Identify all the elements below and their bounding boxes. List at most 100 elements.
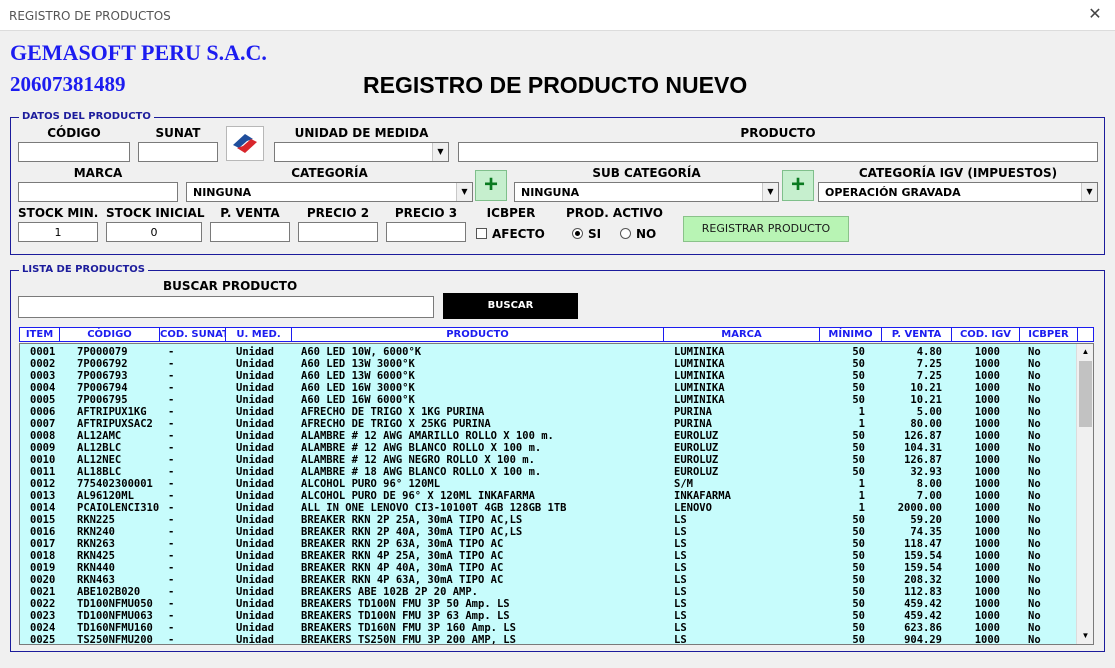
table-row[interactable]: 0002 7P006792 - Unidad A60 LED 13W 3000°K LUM… [20, 358, 1078, 370]
sunat-search-icon[interactable] [226, 126, 264, 161]
cell-u-med: Unidad [236, 490, 274, 502]
cell-minimo: 50 [852, 394, 865, 406]
chevron-down-icon[interactable]: ▼ [432, 143, 448, 161]
activo-si-radio[interactable] [572, 228, 583, 239]
cell-codigo: 7P006793 [77, 370, 128, 382]
cell-icbper: No [1028, 610, 1041, 622]
table-row[interactable]: 0014 PCAIOLENCI310- Unidad ALL IN ONE LENOV… [20, 502, 1078, 514]
cell-codigo: RKN225 [77, 514, 115, 526]
codigo-input[interactable] [18, 142, 130, 162]
register-product-button[interactable]: REGISTRAR PRODUCTO [683, 216, 849, 242]
afecto-label: AFECTO [492, 227, 545, 241]
cell-icbper: No [1028, 562, 1041, 574]
table-row[interactable]: 0022 TD100NFMU050 - Unidad BREAKERS TD100N F… [20, 598, 1078, 610]
table-row[interactable]: 0006 AFTRIPUX1KG - Unidad AFRECHO DE TRIGO X… [20, 406, 1078, 418]
table-row[interactable]: 0012 775402300001 - Unidad ALCOHOL PURO 96° … [20, 478, 1078, 490]
table-row[interactable]: 0015 RKN225 - Unidad BREAKER RKN 2P 25A, 30m… [20, 514, 1078, 526]
window-title: REGISTRO DE PRODUCTOS [9, 9, 171, 23]
cell-cod-sunat: - [168, 598, 175, 610]
cell-item: 0009 [30, 442, 56, 454]
cell-u-med: Unidad [236, 382, 274, 394]
cell-u-med: Unidad [236, 622, 274, 634]
cell-p-venta: 7.25 [916, 358, 942, 370]
subcategoria-label: SUB CATEGORÍA [592, 166, 701, 180]
cell-cod-igv: 1000 [974, 442, 1000, 454]
search-input[interactable] [18, 296, 434, 318]
cell-marca: LS [674, 526, 687, 538]
table-row[interactable]: 0001 7P000079 - Unidad A60 LED 10W, 6000°K LU… [20, 346, 1078, 358]
cell-p-venta: 10.21 [910, 382, 942, 394]
cell-minimo: 50 [852, 358, 865, 370]
table-row[interactable]: 0019 RKN440 - Unidad BREAKER RKN 4P 40A, 30m… [20, 562, 1078, 574]
cell-u-med: Unidad [236, 634, 274, 645]
product-listbox[interactable]: 0025 TS250NFMU200 - Unidad BREAKERS TS250N F… [19, 343, 1094, 645]
cell-cod-sunat: - [168, 502, 175, 514]
unidad-select[interactable]: ▼ [274, 142, 449, 162]
table-row[interactable]: 0011 AL18BLC - Unidad ALAMBRE # 18 AWG BLANC… [20, 466, 1078, 478]
chevron-down-icon[interactable]: ▼ [762, 183, 778, 201]
precio3-input[interactable] [386, 222, 466, 242]
cell-u-med: Unidad [236, 538, 274, 550]
cell-item: 0010 [30, 454, 56, 466]
stock-inicial-input[interactable] [106, 222, 202, 242]
add-subcategoria-button[interactable]: + [782, 170, 814, 201]
activo-no-radio[interactable] [620, 228, 631, 239]
cell-codigo: RKN263 [77, 538, 115, 550]
cell-p-venta: 5.00 [916, 406, 942, 418]
table-row[interactable]: 0017 RKN263 - Unidad BREAKER RKN 2P 63A, 30m… [20, 538, 1078, 550]
list-scrollbar[interactable]: ▲ ▼ [1076, 344, 1093, 644]
table-row[interactable]: 0024 TD160NFMU160 - Unidad BREAKERS TD160N F… [20, 622, 1078, 634]
cell-minimo: 50 [852, 586, 865, 598]
cell-producto: BREAKERS TD100N FMU 3P 63 Amp. LS [301, 610, 510, 622]
table-row[interactable]: 0003 7P006793 - Unidad A60 LED 13W 6000°K LUM… [20, 370, 1078, 382]
table-row[interactable]: 0018 RKN425 - Unidad BREAKER RKN 4P 25A, 30m… [20, 550, 1078, 562]
table-row[interactable]: 0013 AL96120ML - Unidad ALCOHOL PURO DE 96° … [20, 490, 1078, 502]
table-row[interactable]: 0023 TD100NFMU063 - Unidad BREAKERS TD100N F… [20, 610, 1078, 622]
scroll-thumb[interactable] [1079, 361, 1092, 427]
scroll-up-icon[interactable]: ▲ [1077, 344, 1093, 360]
chevron-down-icon[interactable]: ▼ [456, 183, 472, 201]
table-row[interactable]: 0008 AL12AMC - Unidad ALAMBRE # 12 AWG AMARI… [20, 430, 1078, 442]
marca-input[interactable] [18, 182, 178, 202]
cell-codigo: AL12NEC [77, 454, 122, 466]
table-row[interactable]: 0021 ABE102B020 - Unidad BREAKERS ABE 102B 2… [20, 586, 1078, 598]
cell-icbper: No [1028, 418, 1041, 430]
afecto-checkbox[interactable] [476, 228, 487, 239]
close-icon[interactable]: ✕ [1085, 4, 1105, 26]
page-title: REGISTRO DE PRODUCTO NUEVO [363, 72, 748, 98]
table-row[interactable]: 0004 7P006794 - Unidad A60 LED 16W 3000°K LUM… [20, 382, 1078, 394]
table-row[interactable]: 0005 7P006795 - Unidad A60 LED 16W 6000°K LUM… [20, 394, 1078, 406]
cell-marca: LS [674, 562, 687, 574]
table-row[interactable]: 0025 TS250NFMU200 - Unidad BREAKERS TS250N F… [20, 634, 1078, 645]
cell-item: 0019 [30, 562, 56, 574]
cell-producto: ALAMBRE # 12 AWG NEGRO ROLLO X 100 m. [301, 454, 535, 466]
table-row[interactable]: 0010 AL12NEC - Unidad ALAMBRE # 12 AWG NEGRO… [20, 454, 1078, 466]
cell-item: 0017 [30, 538, 56, 550]
categoria-select[interactable]: NINGUNA ▼ [186, 182, 473, 202]
table-row[interactable]: 0007 AFTRIPUXSAC2 - Unidad AFRECHO DE TRIGO … [20, 418, 1078, 430]
search-button[interactable]: BUSCAR [443, 293, 578, 319]
producto-input[interactable] [458, 142, 1098, 162]
chevron-down-icon[interactable]: ▼ [1081, 183, 1097, 201]
scroll-down-icon[interactable]: ▼ [1077, 628, 1093, 644]
add-categoria-button[interactable]: + [475, 170, 507, 201]
cell-u-med: Unidad [236, 442, 274, 454]
cell-marca: LENOVO [674, 502, 712, 514]
subcategoria-select[interactable]: NINGUNA ▼ [514, 182, 779, 202]
cell-codigo: RKN440 [77, 562, 115, 574]
cell-cod-sunat: - [168, 634, 175, 645]
cell-minimo: 50 [852, 550, 865, 562]
sunat-input[interactable] [138, 142, 218, 162]
stock-min-input[interactable] [18, 222, 98, 242]
igv-value: OPERACIÓN GRAVADA [825, 186, 961, 199]
cell-producto: BREAKERS ABE 102B 2P 20 AMP. [301, 586, 479, 598]
table-row[interactable]: 0009 AL12BLC - Unidad ALAMBRE # 12 AWG BLANC… [20, 442, 1078, 454]
table-row[interactable]: 0016 RKN240 - Unidad BREAKER RKN 2P 40A, 30m… [20, 526, 1078, 538]
cell-cod-igv: 1000 [974, 610, 1000, 622]
precio2-input[interactable] [298, 222, 378, 242]
cell-u-med: Unidad [236, 562, 274, 574]
table-row[interactable]: 0020 RKN463 - Unidad BREAKER RKN 4P 63A, 30m… [20, 574, 1078, 586]
igv-select[interactable]: OPERACIÓN GRAVADA ▼ [818, 182, 1098, 202]
pventa-input[interactable] [210, 222, 290, 242]
cell-minimo: 1 [858, 406, 865, 418]
